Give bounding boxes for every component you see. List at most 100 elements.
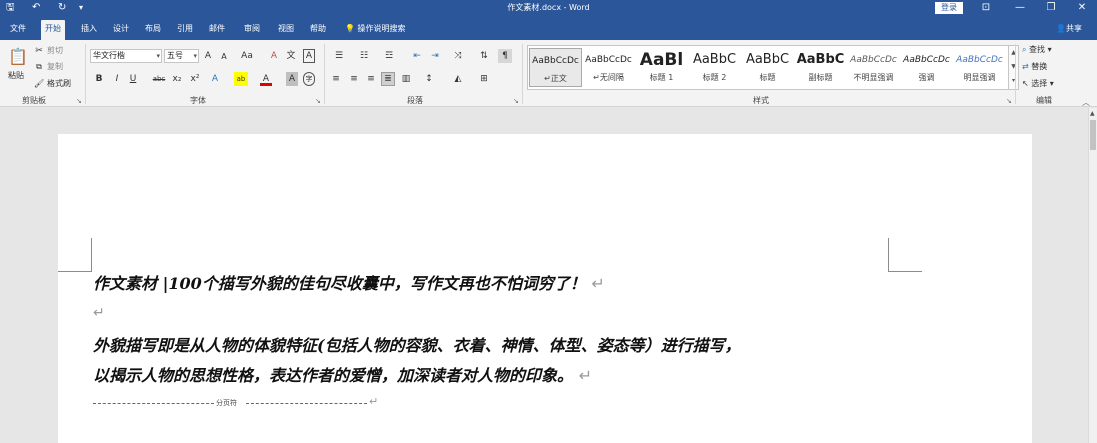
empty-paragraph[interactable]: ↵ [93,303,105,323]
italic-button[interactable]: I [112,72,122,86]
paragraph-mark: ↵ [591,274,605,293]
borders-icon[interactable]: ⊞ [475,72,493,86]
underline-button[interactable]: U [128,72,138,86]
character-border-button[interactable]: A [303,49,315,63]
style-heading-1[interactable]: AaBl 标题 1 [635,48,688,87]
cut-label[interactable]: 剪切 [47,45,63,57]
font-group-label: 字体 [190,96,206,105]
style-intense-emphasis[interactable]: AaBbCcDc 明显强调 [953,48,1006,87]
select-label: 选择 [1031,79,1048,88]
find-button[interactable]: ⌕ 查找 ▾ [1022,44,1052,56]
multilevel-list-icon[interactable]: ☲ [380,49,398,63]
close-icon[interactable]: ✕ [1067,0,1097,16]
replace-button[interactable]: ⇄ 替换 [1022,61,1047,73]
tab-home[interactable]: 开始 [41,20,65,40]
style-name: ↵无间隔 [593,73,624,82]
character-shading-button[interactable]: A [286,72,298,86]
lightbulb-icon: 💡 [345,24,355,33]
distributed-icon[interactable]: ▥ [400,72,412,86]
font-color-button[interactable]: A [260,72,272,86]
grow-font-button[interactable]: A [203,49,213,63]
font-size-select[interactable]: 五号 ▾ [164,49,199,63]
format-painter-icon[interactable]: 🖌 [34,77,44,91]
bullets-icon[interactable]: ☰ [330,49,348,63]
clipboard-launcher-icon[interactable]: ↘ [76,97,82,105]
highlight-button[interactable]: ab [234,72,248,86]
style-subtitle[interactable]: AaBbC 副标题 [794,48,847,87]
select-button[interactable]: ↖ 选择 ▾ [1022,78,1054,90]
style-normal[interactable]: AaBbCcDc ↵正文 [529,48,582,87]
replace-label: 替换 [1031,62,1048,71]
style-name: 副标题 [808,73,833,82]
font-name-select[interactable]: 华文行楷 ▾ [90,49,162,63]
decrease-indent-icon[interactable]: ⇤ [410,49,424,63]
person-icon: 👤 [1056,24,1066,33]
clear-formatting-button[interactable]: A [268,49,280,63]
align-right-icon[interactable]: ≡ [365,72,377,86]
style-sample: AaBbCcDc [850,55,897,65]
tab-mailings[interactable]: 邮件 [205,20,229,40]
paragraph-launcher-icon[interactable]: ↘ [513,97,519,105]
tell-me-search[interactable]: 💡 操作说明搜索 [345,22,406,36]
format-painter-label[interactable]: 格式刷 [47,78,71,90]
increase-indent-icon[interactable]: ⇥ [428,49,442,63]
style-emphasis[interactable]: AaBbCcDc 强调 [900,48,953,87]
numbering-icon[interactable]: ☷ [355,49,373,63]
chinese-layout-icon[interactable]: ⤨ [449,49,467,63]
style-heading-2[interactable]: AaBbC 标题 2 [688,48,741,87]
scroll-up-icon[interactable]: ▲ [1090,110,1095,117]
tab-design[interactable]: 设计 [109,20,133,40]
collapse-ribbon-icon[interactable]: ︿ [1082,97,1090,108]
style-no-spacing[interactable]: AaBbCcDc ↵无间隔 [582,48,635,87]
tab-references[interactable]: 引用 [173,20,197,40]
phonetic-guide-button[interactable]: 文 [285,49,297,63]
paragraph-mark: ↵ [369,395,379,408]
line-spacing-icon[interactable]: ↕ [420,72,438,86]
style-title[interactable]: AaBbC 标题 [741,48,794,87]
copy-icon[interactable]: ⧉ [34,60,44,74]
group-divider [1015,44,1016,104]
styles-gallery-scroll[interactable]: ▲ ▼ ▾ [1009,45,1019,90]
superscript-button[interactable]: x² [189,72,201,86]
shrink-font-button[interactable]: A [219,50,229,64]
paste-icon[interactable]: 📋 [8,46,28,68]
group-divider [324,44,325,104]
strikethrough-button[interactable]: abc [152,72,166,86]
body-paragraph-line[interactable]: 外貌描写即是从人物的体貌特征(包括人物的容貌、衣着、神情、体型、姿态等）进行描写… [93,334,741,358]
minimize-icon[interactable]: — [1005,0,1035,16]
change-case-button[interactable]: Aa [238,49,256,63]
share-button[interactable]: 👤共享 [1056,22,1082,36]
vertical-scrollbar[interactable]: ▲ [1088,108,1097,443]
ribbon-display-options-icon[interactable]: ⊡ [971,0,1001,16]
shading-icon[interactable]: ◭ [449,72,467,86]
style-name: 不明显强调 [853,73,894,82]
bold-button[interactable]: B [94,72,104,86]
tab-file[interactable]: 文件 [6,20,30,40]
justify-icon[interactable]: ≣ [381,72,395,86]
enclose-characters-button[interactable]: 字 [303,72,315,86]
style-sample: AaBbCcDc [585,55,632,65]
tab-insert[interactable]: 插入 [77,20,101,40]
style-subtle-emphasis[interactable]: AaBbCcDc 不明显强调 [847,48,900,87]
align-center-icon[interactable]: ≡ [348,72,360,86]
document-title-line[interactable]: 作文素材 |100个描写外貌的佳句尽收囊中，写作文再也不怕词穷了！ ↵ [93,272,605,296]
styles-launcher-icon[interactable]: ↘ [1006,97,1012,105]
subscript-button[interactable]: x₂ [171,72,183,86]
show-hide-marks-icon[interactable]: ¶ [498,49,512,63]
tab-layout[interactable]: 布局 [141,20,165,40]
tab-review[interactable]: 审阅 [240,20,264,40]
replace-icon: ⇄ [1022,62,1029,71]
maximize-icon[interactable]: ❐ [1036,0,1066,16]
body-paragraph-line[interactable]: 以揭示人物的思想性格，表达作者的爱憎，加深读者对人物的印象。 ↵ [93,364,592,388]
text-effects-button[interactable]: A [209,72,221,86]
align-left-icon[interactable]: ≡ [330,72,342,86]
sort-icon[interactable]: ⇅ [477,49,491,63]
tab-help[interactable]: 帮助 [306,20,330,40]
cut-icon[interactable]: ✂ [34,44,44,58]
scrollbar-thumb[interactable] [1090,120,1096,150]
font-launcher-icon[interactable]: ↘ [315,97,321,105]
login-button[interactable]: 登录 [935,2,963,14]
paste-button[interactable]: 粘贴 [8,70,24,82]
tab-view[interactable]: 视图 [274,20,298,40]
copy-label[interactable]: 复制 [47,61,63,73]
